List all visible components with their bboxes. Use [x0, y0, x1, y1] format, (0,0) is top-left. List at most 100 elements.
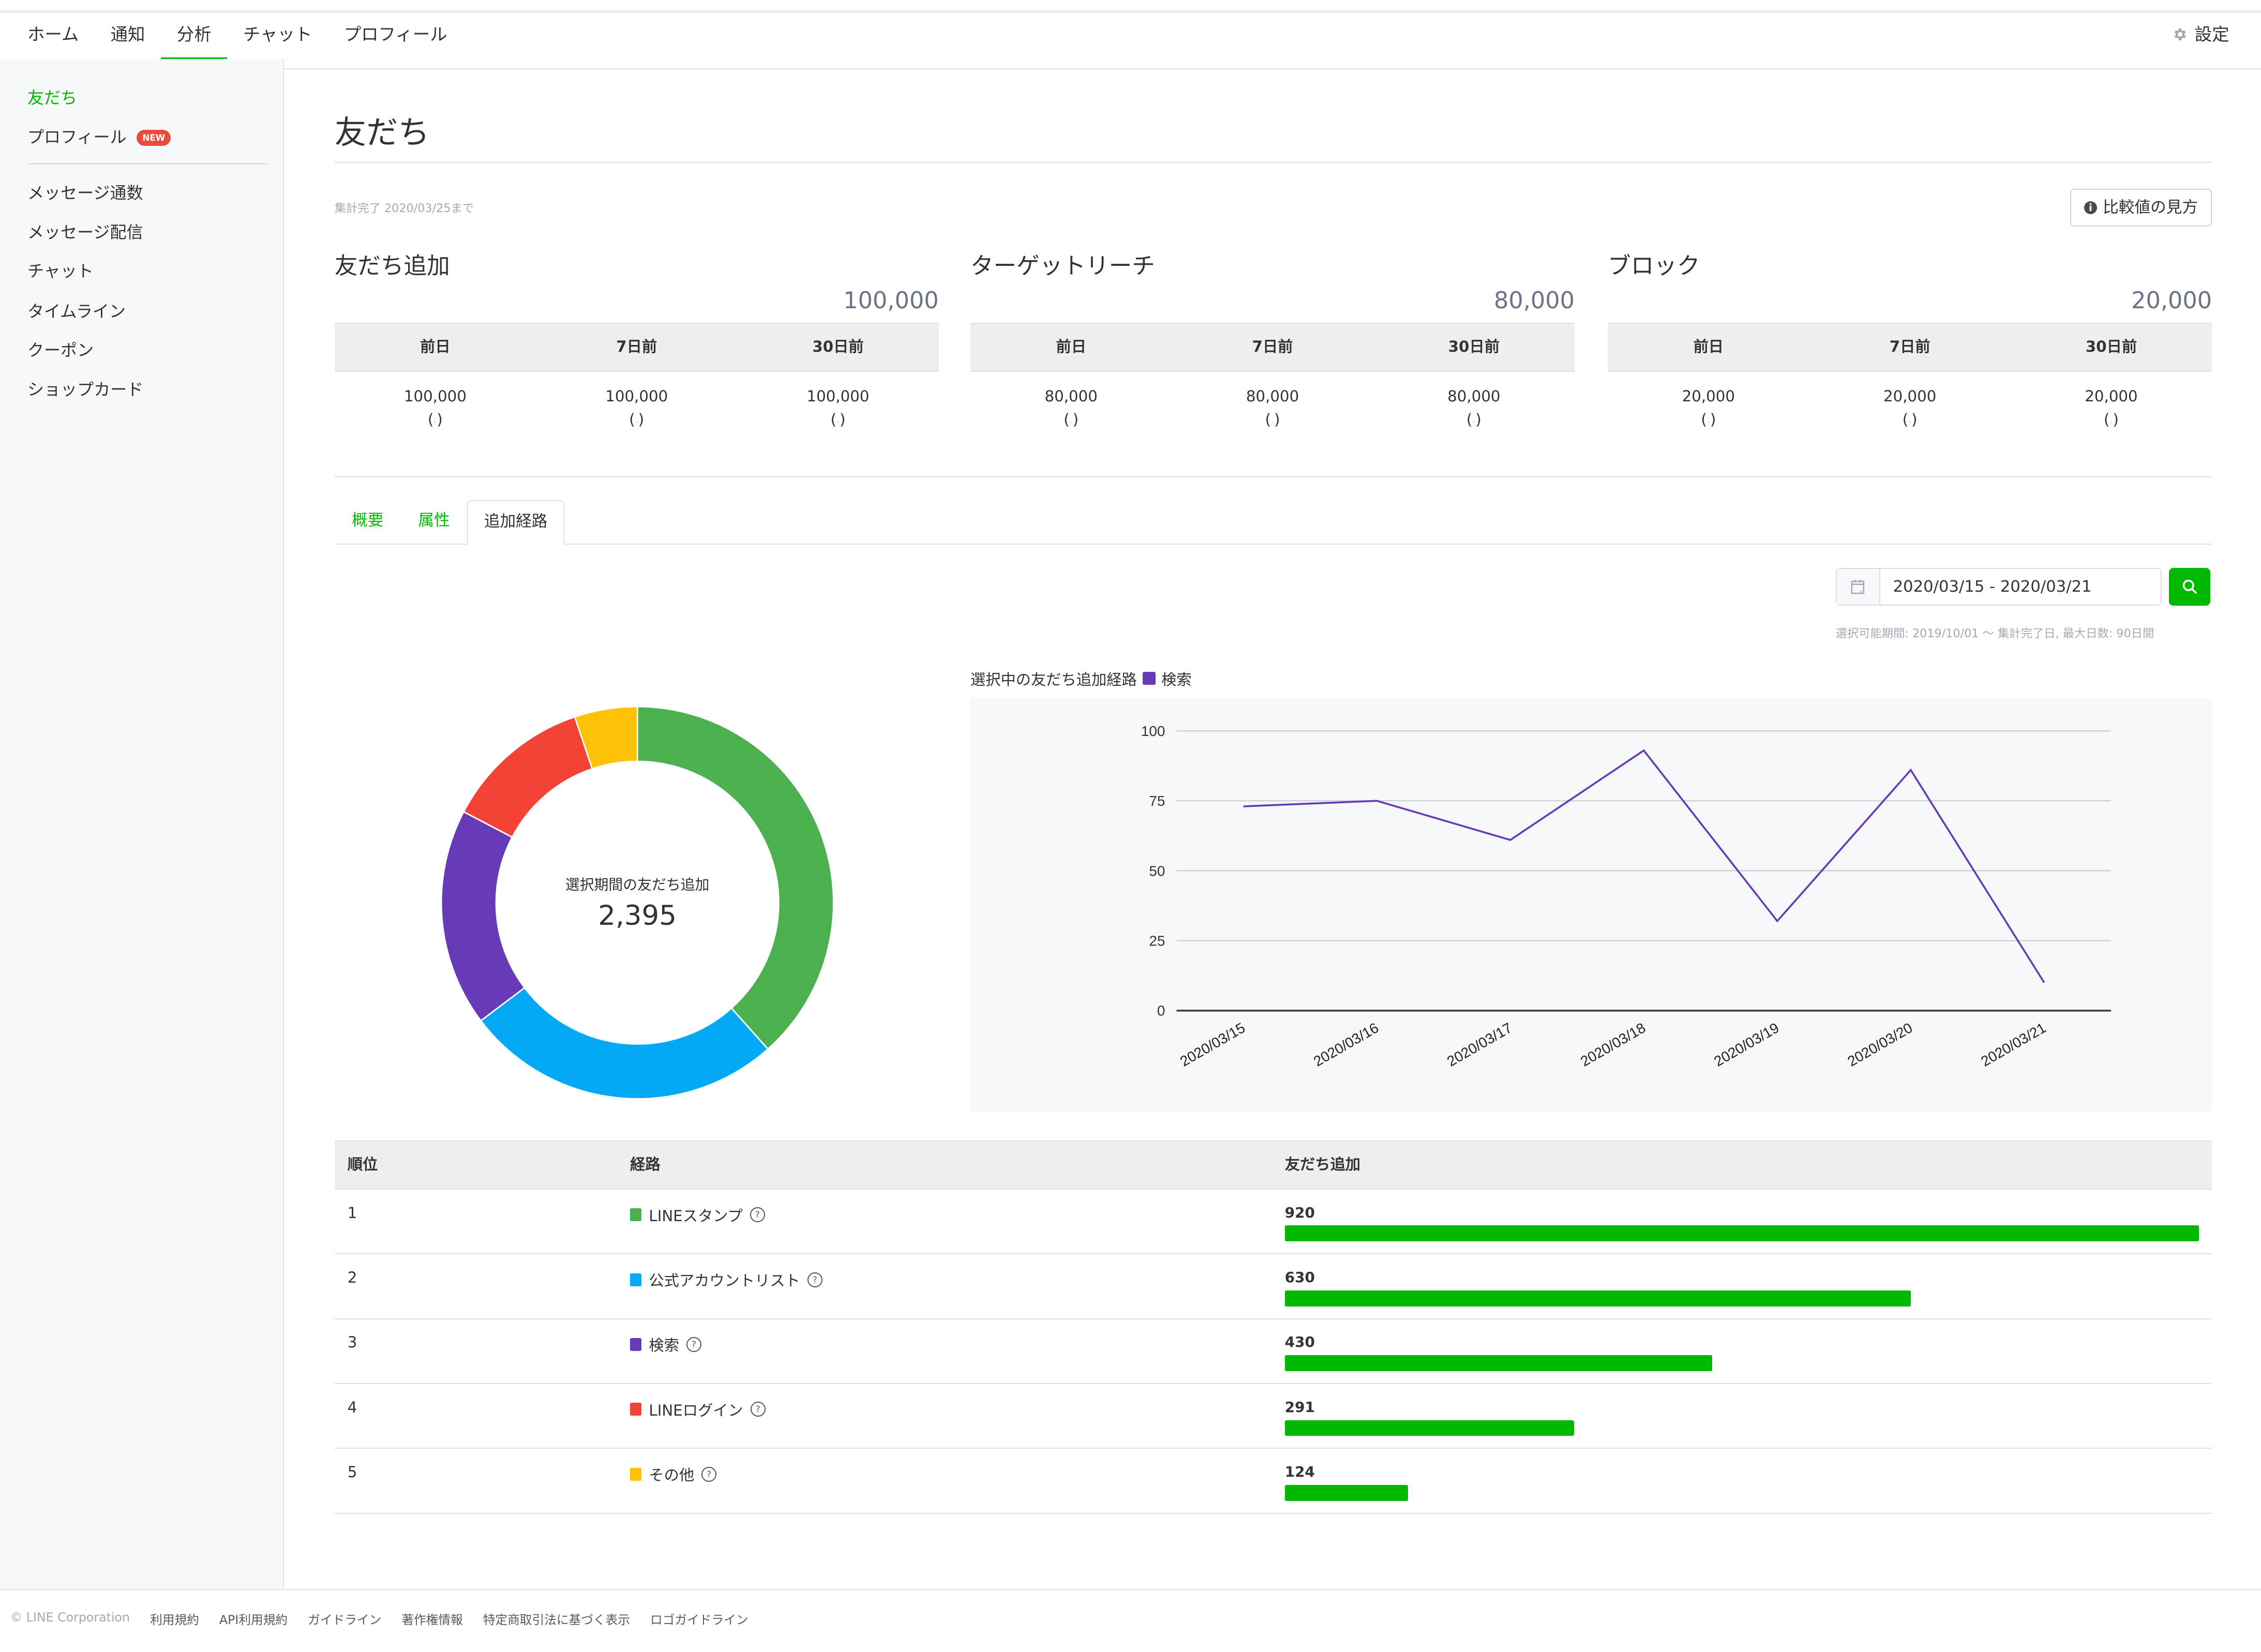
- stat-diff: (-): [1701, 410, 1716, 428]
- stat-value: 80,000: [1246, 387, 1299, 406]
- tab-attributes[interactable]: 属性: [402, 500, 466, 544]
- friends-added-value: 630: [1284, 1269, 1315, 1286]
- series-line-search: [1243, 749, 2045, 983]
- calendar-button[interactable]: [1836, 569, 1880, 605]
- data-point[interactable]: [1239, 802, 1248, 811]
- bar-track: [1284, 1225, 2199, 1242]
- date-range-field[interactable]: [1835, 568, 2162, 606]
- sidebar-item-friends[interactable]: 友だち: [27, 85, 77, 109]
- sidebar-item-message-count[interactable]: メッセージ通数: [27, 180, 143, 204]
- stat-value: 20,000: [1682, 387, 1735, 406]
- x-tick-label: 2020/03/17: [1444, 1019, 1515, 1070]
- legend-prefix: 選択中の友だち追加経路: [970, 670, 1137, 688]
- settings-link[interactable]: 設定: [2172, 13, 2229, 56]
- friends-added-value: 430: [1284, 1333, 1315, 1351]
- footer-link-commerce-law[interactable]: 特定商取引法に基づく表示: [483, 1610, 630, 1628]
- x-tick-label: 2020/03/16: [1311, 1019, 1381, 1070]
- compare-help-button[interactable]: i 比較値の見方: [2070, 189, 2212, 227]
- route-label: 公式アカウントリスト: [649, 1272, 800, 1290]
- data-point[interactable]: [1907, 766, 1915, 775]
- table-header: 順位 経路 友だち追加: [334, 1140, 2212, 1190]
- friends-added-value: 124: [1284, 1463, 1315, 1481]
- route-label: その他: [649, 1466, 695, 1484]
- route-label: LINEログイン: [649, 1401, 743, 1419]
- data-point[interactable]: [1639, 746, 1648, 755]
- help-icon[interactable]: ?: [750, 1402, 766, 1417]
- route-color-swatch: [630, 1208, 642, 1222]
- stat-total: 80,000: [1494, 287, 1575, 314]
- stat-target-reach: ターゲットリーチ 80,000 前日 7日前 30日前 80,000 (-) 80…: [970, 247, 1575, 428]
- route-label: 検索: [649, 1336, 679, 1355]
- tab-add-routes[interactable]: 追加経路: [467, 500, 565, 545]
- nav-home[interactable]: ホーム: [11, 13, 95, 59]
- calendar-icon: [1851, 580, 1865, 594]
- search-button[interactable]: [2168, 568, 2211, 606]
- data-point[interactable]: [1773, 917, 1782, 926]
- help-icon[interactable]: ?: [750, 1207, 765, 1223]
- route-cell: LINEログイン?: [630, 1399, 766, 1420]
- footer-link-logo-guidelines[interactable]: ロゴガイドライン: [650, 1610, 748, 1628]
- route-cell: 検索?: [630, 1333, 701, 1355]
- footer: © LINE Corporation 利用規約 API利用規約 ガイドライン 著…: [0, 1588, 2261, 1652]
- stat-value: 80,000: [1447, 387, 1501, 406]
- stat-header: 前日 7日前 30日前: [334, 323, 939, 372]
- route-donut-chart: 選択期間の友だち追加 2,395: [436, 701, 840, 1105]
- help-icon[interactable]: ?: [807, 1272, 822, 1287]
- route-cell: その他?: [630, 1463, 717, 1485]
- aggregation-note: 集計完了 2020/03/25まで: [334, 201, 474, 215]
- stat-diff: (-): [830, 410, 846, 428]
- footer-link-copyright[interactable]: 著作権情報: [401, 1610, 462, 1628]
- sidebar-item-message-delivery[interactable]: メッセージ配信: [27, 219, 143, 243]
- bar-track: [1284, 1420, 2199, 1436]
- stat-col-30days: 30日前: [1448, 338, 1500, 356]
- title-divider: [334, 161, 2212, 163]
- nav-profile[interactable]: プロフィール: [328, 13, 463, 59]
- route-label: LINEスタンプ: [649, 1207, 743, 1225]
- tab-overview[interactable]: 概要: [336, 500, 400, 544]
- new-badge: NEW: [137, 130, 171, 146]
- nav-chat[interactable]: チャット: [227, 13, 328, 59]
- data-point[interactable]: [2040, 979, 2049, 987]
- table-row: 4 LINEログイン? 291: [334, 1384, 2212, 1449]
- rank-cell: 2: [347, 1269, 357, 1287]
- route-color-swatch: [630, 1273, 642, 1286]
- stat-values: 100,000 (-) 100,000 (-) 100,000 (-): [335, 385, 939, 433]
- y-tick-label: 75: [1149, 793, 1165, 809]
- top-nav-tabs: ホーム 通知 分析 チャット プロフィール: [11, 13, 463, 62]
- stat-diff: (-): [1064, 410, 1079, 428]
- y-tick-label: 100: [1141, 723, 1165, 739]
- data-point[interactable]: [1372, 797, 1381, 805]
- footer-link-api-terms[interactable]: API利用規約: [219, 1610, 288, 1628]
- sidebar-divider: [27, 162, 267, 164]
- help-icon[interactable]: ?: [701, 1466, 717, 1482]
- route-color-swatch: [630, 1403, 642, 1416]
- sidebar-item-profile[interactable]: プロフィール NEW: [27, 124, 171, 148]
- table-row: 5 その他? 124: [334, 1449, 2212, 1514]
- x-tick-label: 2020/03/21: [1978, 1019, 2048, 1070]
- stat-col-30days: 30日前: [812, 338, 864, 356]
- donut-center-label: 選択期間の友だち追加: [565, 876, 710, 893]
- stat-value: 20,000: [1883, 387, 1937, 406]
- sidebar-item-shopcard[interactable]: ショップカード: [27, 377, 143, 400]
- stat-total: 20,000: [2131, 287, 2212, 314]
- footer-link-terms[interactable]: 利用規約: [150, 1610, 199, 1628]
- help-icon[interactable]: ?: [686, 1336, 701, 1353]
- header-rank: 順位: [347, 1155, 378, 1173]
- date-range-input[interactable]: [1880, 569, 2161, 605]
- settings-label: 設定: [2194, 24, 2229, 44]
- section-divider: [334, 475, 2212, 477]
- nav-notifications[interactable]: 通知: [95, 13, 161, 59]
- sidebar-item-coupon[interactable]: クーポン: [27, 337, 94, 361]
- stat-value: 20,000: [2085, 387, 2138, 406]
- sidebar-item-chat[interactable]: チャット: [27, 258, 94, 282]
- stat-diff: (-): [2104, 410, 2119, 428]
- stat-col-prev-day: 前日: [1056, 338, 1086, 356]
- app-root: ホーム 通知 分析 チャット プロフィール 設定 友だち プロフィール NEW メ…: [0, 0, 2261, 1652]
- sidebar-item-timeline[interactable]: タイムライン: [27, 298, 126, 322]
- stat-header: 前日 7日前 30日前: [970, 323, 1575, 372]
- friends-added-bar: [1284, 1420, 1574, 1436]
- stat-col-7days: 7日前: [1889, 338, 1930, 356]
- footer-link-guidelines[interactable]: ガイドライン: [308, 1610, 381, 1628]
- data-point[interactable]: [1506, 836, 1515, 845]
- nav-analytics[interactable]: 分析: [161, 13, 228, 62]
